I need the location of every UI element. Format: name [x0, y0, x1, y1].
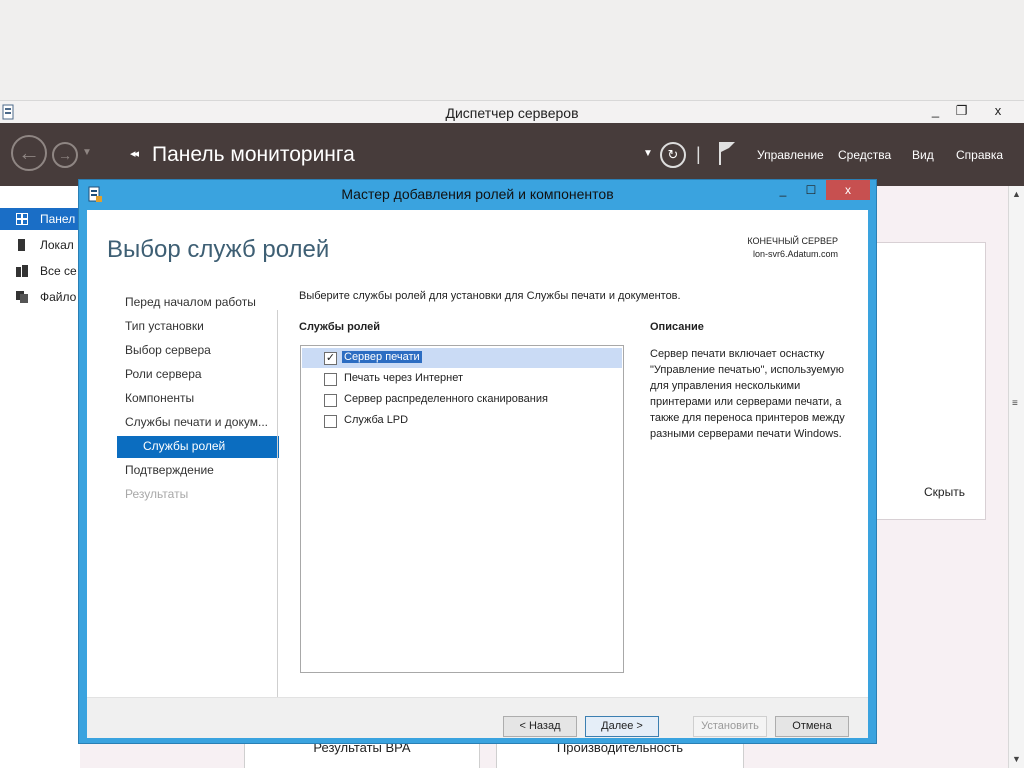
minimize-button[interactable]: _: [922, 101, 949, 121]
breadcrumb-arrows-icon: ◂◂: [130, 148, 139, 160]
wizard-title: Мастер добавления ролей и компонентов: [341, 186, 614, 202]
nav-step-results: Результаты: [117, 484, 279, 506]
history-dropdown-icon[interactable]: ▼: [82, 147, 92, 158]
hide-link[interactable]: Скрыть: [924, 485, 965, 499]
checkbox-lpd-service[interactable]: [324, 415, 337, 428]
nav-step-features[interactable]: Компоненты: [117, 388, 279, 410]
role-item-lpd-service[interactable]: Служба LPD: [302, 411, 622, 431]
wizard-footer: < Назад Далее > Установить Отмена: [87, 697, 868, 738]
scroll-thumb-grip[interactable]: ≡: [1012, 398, 1018, 409]
performance-tile[interactable]: Производительность: [496, 741, 744, 768]
nav-step-label: Роли сервера: [125, 367, 202, 381]
sidebar-item-dashboard[interactable]: Панел: [0, 208, 80, 230]
description-header: Описание: [650, 321, 704, 333]
back-arrow-icon[interactable]: ←: [11, 135, 47, 171]
description-text: Сервер печати включает оснастку "Управле…: [650, 348, 845, 440]
back-button[interactable]: < Назад: [503, 716, 577, 737]
page-title: Выбор служб ролей: [107, 236, 330, 263]
checkbox-distributed-scan-server[interactable]: [324, 394, 337, 407]
notifications-flag-icon[interactable]: [717, 140, 737, 166]
nav-step-server-selection[interactable]: Выбор сервера: [117, 340, 279, 362]
refresh-dropdown-icon[interactable]: ▼: [643, 148, 653, 159]
cancel-button[interactable]: Отмена: [775, 716, 849, 737]
welcome-panel: [876, 242, 986, 520]
server-manager-titlebar: Диспетчер серверов _ ❐ x: [0, 100, 1024, 124]
local-server-icon: [18, 239, 25, 251]
all-servers-icon: [16, 265, 28, 277]
scroll-down-icon[interactable]: ▼: [1012, 754, 1021, 764]
breadcrumb: Панель мониторинга: [152, 143, 355, 166]
nav-step-label: Тип установки: [125, 319, 204, 333]
destination-server-label: КОНЕЧНЫЙ СЕРВЕР: [747, 236, 838, 246]
nav-step-label: Перед началом работы: [125, 295, 256, 309]
sidebar-item-label: Файло: [40, 290, 77, 304]
nav-step-label: Подтверждение: [125, 463, 214, 477]
nav-step-label: Результаты: [125, 487, 189, 501]
role-services-header: Службы ролей: [299, 321, 380, 333]
destination-server-value: lon-svr6.Adatum.com: [752, 249, 838, 259]
scroll-up-icon[interactable]: ▲: [1012, 189, 1021, 199]
sidebar-item-all-servers[interactable]: Все се: [0, 260, 80, 282]
checkbox-print-server[interactable]: ✓: [324, 352, 337, 365]
sidebar-item-local-server[interactable]: Локал: [0, 234, 80, 256]
nav-step-confirmation[interactable]: Подтверждение: [117, 460, 279, 482]
wizard-close-button[interactable]: x: [826, 180, 870, 200]
install-button: Установить: [693, 716, 767, 737]
nav-step-label: Выбор сервера: [125, 343, 211, 357]
role-item-distributed-scan-server[interactable]: Сервер распределенного сканирования: [302, 390, 622, 410]
role-services-list: ✓ Сервер печати Печать через Интернет Се…: [300, 345, 624, 673]
nav-step-label: Компоненты: [125, 391, 195, 405]
nav-step-label: Службы ролей: [143, 439, 226, 453]
forward-arrow-icon[interactable]: →: [52, 142, 78, 168]
role-item-label: Печать через Интернет: [344, 372, 464, 384]
sidebar-item-label: Все се: [40, 264, 77, 278]
nav-step-label: Службы печати и докум...: [125, 415, 268, 429]
menu-help[interactable]: Справка: [956, 148, 1003, 162]
nav-step-server-roles[interactable]: Роли сервера: [117, 364, 279, 386]
instruction-text: Выберите службы ролей для установки для …: [299, 290, 681, 302]
refresh-icon[interactable]: ↻: [660, 142, 686, 168]
vertical-scrollbar[interactable]: ▲ ≡ ▼: [1008, 186, 1024, 768]
restore-button[interactable]: ❐: [948, 101, 975, 121]
server-manager-title: Диспетчер серверов: [445, 105, 579, 121]
nav-step-print-services[interactable]: Службы печати и докум...: [117, 412, 279, 434]
sidebar-item-label: Локал: [40, 238, 74, 252]
nav-step-installation-type[interactable]: Тип установки: [117, 316, 279, 338]
next-button[interactable]: Далее >: [585, 716, 659, 737]
checkbox-internet-printing[interactable]: [324, 373, 337, 386]
file-services-icon: [16, 291, 28, 303]
server-manager-toolbar: ← → ▼ ◂◂ Панель мониторинга ▼ ↻ | Управл…: [0, 123, 1024, 186]
wizard-minimize-button[interactable]: _: [770, 180, 796, 200]
bpa-results-tile[interactable]: Результаты BPA: [244, 741, 480, 768]
role-item-internet-printing[interactable]: Печать через Интернет: [302, 369, 622, 389]
toolbar-separator: |: [696, 144, 701, 164]
nav-step-role-services[interactable]: Службы ролей: [117, 436, 279, 458]
menu-view[interactable]: Вид: [912, 148, 934, 162]
close-button[interactable]: x: [976, 101, 1020, 121]
add-roles-wizard-dialog: Мастер добавления ролей и компонентов _ …: [78, 179, 877, 744]
sidebar-item-label: Панел: [40, 212, 76, 226]
nav-divider: [277, 310, 278, 706]
nav-step-before-you-begin[interactable]: Перед началом работы: [117, 292, 279, 314]
menu-manage[interactable]: Управление: [757, 148, 824, 162]
role-item-print-server[interactable]: ✓ Сервер печати: [302, 348, 622, 368]
wizard-body: Выбор служб ролей КОНЕЧНЫЙ СЕРВЕР lon-sv…: [87, 210, 868, 738]
role-item-label: Сервер печати: [342, 351, 422, 363]
wizard-maximize-button[interactable]: ☐: [798, 180, 824, 200]
server-manager-sidebar: Панел Локал Все се Файло: [0, 186, 80, 768]
role-item-label: Служба LPD: [344, 414, 409, 426]
menu-tools[interactable]: Средства: [838, 148, 891, 162]
role-item-label: Сервер распределенного сканирования: [344, 393, 548, 405]
sidebar-item-file-services[interactable]: Файло: [0, 286, 80, 308]
dashboard-icon: [16, 213, 28, 225]
